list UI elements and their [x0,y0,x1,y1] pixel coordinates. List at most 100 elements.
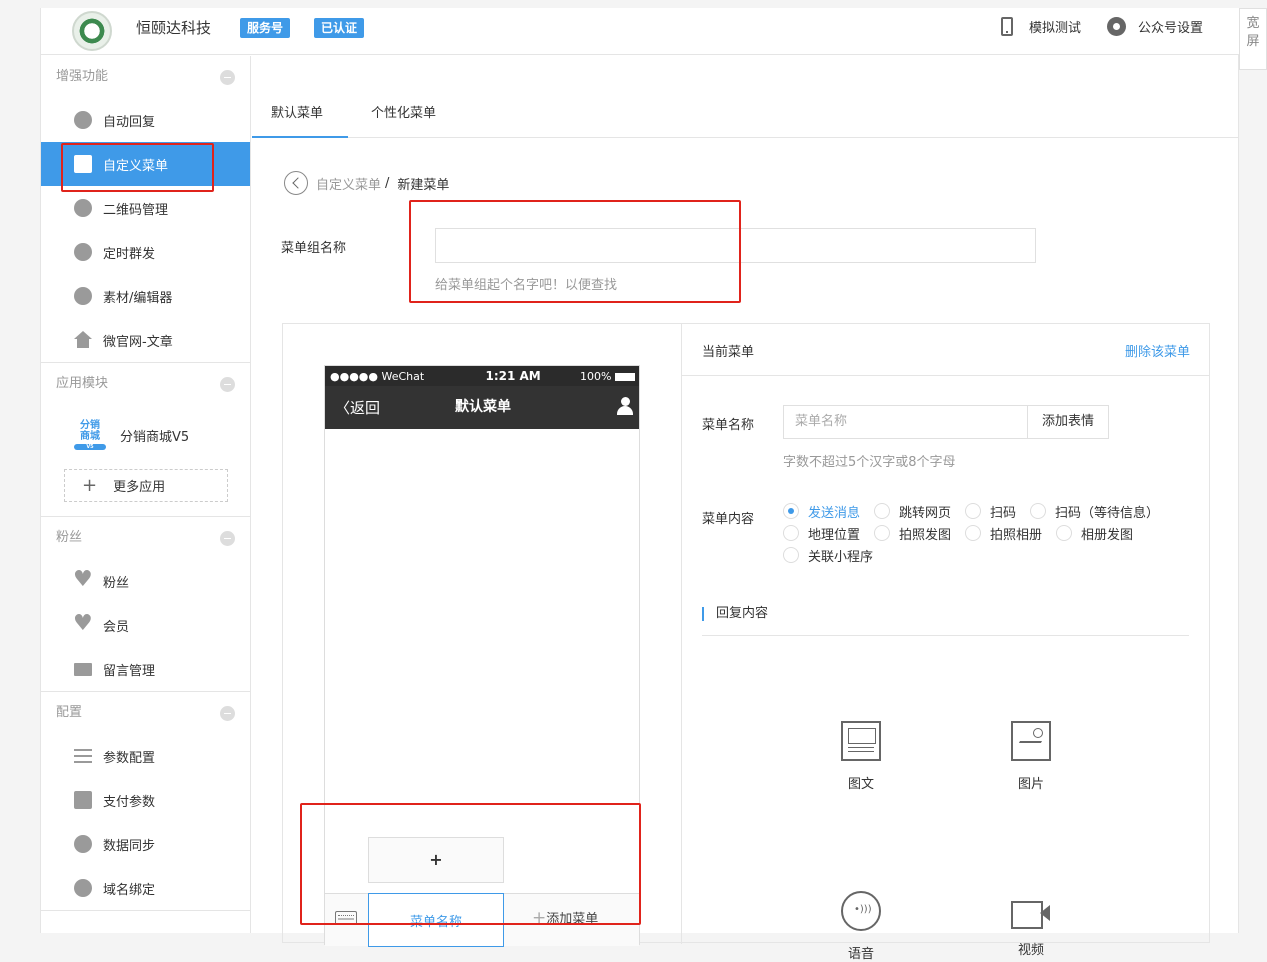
option-photo-album[interactable]: 拍照相册 [965,524,1042,543]
heart-icon [73,611,93,636]
section-title-text: 粉丝 [56,530,83,545]
breadcrumb-parent[interactable]: 自定义菜单 [316,174,381,193]
option-location[interactable]: 地理位置 [783,524,860,543]
section-title-text: 配置 [56,705,83,720]
sidebar-section-title[interactable]: 增强功能 [41,56,250,98]
add-menu-button[interactable]: +添加菜单 [532,908,598,928]
delete-menu-link[interactable]: 删除该菜单 [1125,324,1190,382]
radio-icon [783,503,799,519]
sidebar-item-fans[interactable]: 粉丝 [41,559,250,603]
home-icon [74,331,92,349]
radio-icon [965,525,982,541]
chat-bubble-icon [74,111,92,129]
add-submenu-button[interactable]: + [368,837,504,883]
account-settings-button[interactable]: 公众号设置 [1107,17,1203,36]
sidebar-item-sync[interactable]: 数据同步 [41,822,250,866]
main-content: 默认菜单 个性化菜单 自定义菜单 / 新建菜单 菜单组名称 给菜单组起个名字吧！… [252,56,1239,962]
link-icon [74,835,92,853]
sidebar-item-payment[interactable]: 支付参数 [41,778,250,822]
menu-item-tab[interactable]: 菜单名称 [368,893,504,947]
reply-type-voice[interactable]: 语音 [831,891,891,962]
sidebar-item-label: 定时群发 [103,246,156,262]
sidebar-item-params[interactable]: 参数配置 [41,734,250,778]
phone-preview: ●●●●● WeChat 1:21 AM 100% 〈返回 默认菜单 + 菜单名… [324,365,640,947]
account-name: 恒颐达科技 [136,19,212,37]
image-icon [1011,721,1051,761]
breadcrumb: 自定义菜单 / 新建菜单 [284,171,449,195]
collapse-icon[interactable] [220,531,235,546]
add-emoji-button[interactable]: 添加表情 [1027,405,1109,439]
document-edit-icon [74,155,92,173]
more-apps-button[interactable]: + 更多应用 [64,469,228,502]
battery-percent: 100% [580,369,612,383]
sidebar-item-scheduled-send[interactable]: 定时群发 [41,230,250,274]
sidebar-item-custom-menu[interactable]: 自定义菜单 [41,142,250,186]
sidebar-item-distribution-mall[interactable]: 分销商城 V5 分销商城V5 [41,405,250,465]
sidebar-section-title[interactable]: 粉丝 [41,517,250,559]
breadcrumb-separator: / [385,175,390,191]
mall-icon-tag: V5 [74,444,106,450]
reply-type-image[interactable]: 图片 [1001,721,1061,792]
reply-type-news[interactable]: 图文 [831,721,891,792]
sidebar-item-label: 留言管理 [103,663,156,679]
sidebar-item-domain[interactable]: 域名绑定 [41,866,250,910]
panel-title: 当前菜单 [702,345,755,360]
sidebar-section-title[interactable]: 应用模块 [41,363,250,405]
plus-icon: + [532,908,547,928]
option-album[interactable]: 相册发图 [1056,524,1133,543]
sidebar-item-qrcode[interactable]: 二维码管理 [41,186,250,230]
reply-type-label: 图片 [1017,777,1044,792]
pencil-icon [74,287,92,305]
simulate-test-button[interactable]: 模拟测试 [1001,17,1081,36]
option-mini-program[interactable]: 关联小程序 [783,546,873,565]
radio-icon [965,503,982,519]
mall-icon-text: 分销商城 [80,420,100,442]
sidebar-section-fans: 粉丝 粉丝 会员 留言管理 [41,517,250,692]
wide-screen-label: 宽屏 [1246,16,1260,49]
voice-icon [841,891,881,931]
tab-default-menu[interactable]: 默认菜单 [252,104,348,138]
app-frame: 恒颐达科技 服务号 已认证 模拟测试 公众号设置 增强功能 自动回复 自定义菜单… [40,8,1240,962]
sidebar-item-label: 分销商城V5 [120,429,190,445]
group-name-input[interactable] [435,228,1036,263]
sidebar-item-material-editor[interactable]: 素材/编辑器 [41,274,250,318]
sidebar: 增强功能 自动回复 自定义菜单 二维码管理 定时群发 素材/编辑器 微官网-文章… [41,56,251,933]
sidebar-item-messages[interactable]: 留言管理 [41,647,250,691]
option-label: 地理位置 [808,527,861,543]
sidebar-item-label: 微官网-文章 [103,334,173,350]
sidebar-section-title[interactable]: 配置 [41,692,250,734]
sidebar-item-members[interactable]: 会员 [41,603,250,647]
section-title-text: 增强功能 [56,69,109,84]
domain-icon [74,879,92,897]
tab-personalized-menu[interactable]: 个性化菜单 [371,104,436,138]
sidebar-section-apps: 应用模块 分销商城 V5 分销商城V5 + 更多应用 [41,363,250,517]
reply-type-video[interactable]: 视频 [1001,891,1061,958]
option-photo[interactable]: 拍照发图 [874,524,951,543]
back-circle-icon[interactable] [284,171,308,195]
collapse-icon[interactable] [220,70,235,85]
battery-text: 100% [580,370,635,383]
more-apps-label: 更多应用 [113,480,166,495]
reply-type-label: 语音 [847,947,874,962]
collapse-icon[interactable] [220,377,235,392]
keyboard-icon[interactable] [335,911,357,925]
account-settings-label: 公众号设置 [1138,21,1204,36]
option-send-message[interactable]: 发送消息 [783,502,860,521]
menu-content-options: 发送消息 跳转网页 扫码 扫码（等待信息） 地理位置 拍照发图 拍照相册 相册发… [783,500,1163,566]
sidebar-item-label: 支付参数 [103,794,156,810]
wallet-icon [74,791,92,809]
option-open-url[interactable]: 跳转网页 [874,502,951,521]
menu-editor: ●●●●● WeChat 1:21 AM 100% 〈返回 默认菜单 + 菜单名… [282,323,1210,962]
option-label: 跳转网页 [899,505,952,521]
menu-name-input[interactable]: 菜单名称 [783,405,1028,439]
wide-screen-toggle[interactable]: 宽屏 [1239,8,1267,70]
sidebar-item-label: 二维码管理 [103,202,169,218]
phone-nav-bar: 〈返回 默认菜单 [325,386,639,429]
option-scan[interactable]: 扫码 [965,502,1016,521]
menu-name-label: 菜单名称 [702,418,755,433]
option-scan-wait[interactable]: 扫码（等待信息） [1030,502,1159,521]
sidebar-item-micro-site[interactable]: 微官网-文章 [41,318,250,362]
collapse-icon[interactable] [220,706,235,721]
simulate-test-label: 模拟测试 [1029,21,1082,36]
sidebar-item-auto-reply[interactable]: 自动回复 [41,98,250,142]
